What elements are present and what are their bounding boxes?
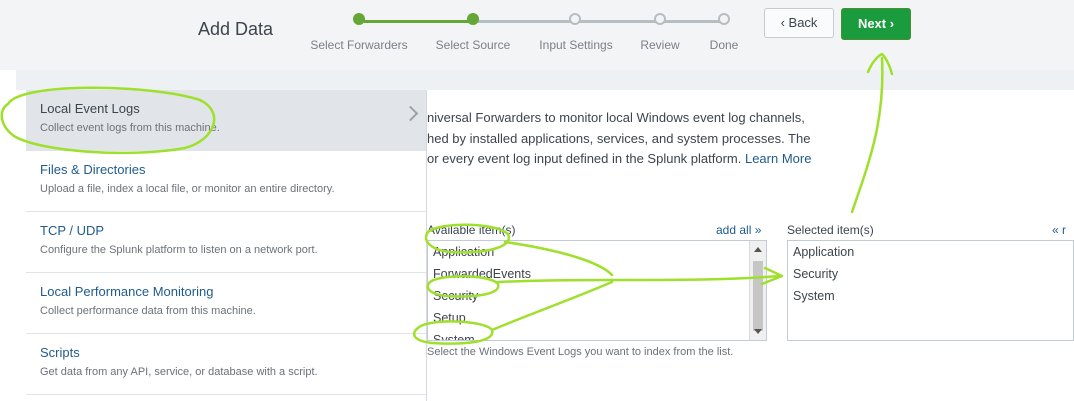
step-label-done: Done [709,38,739,52]
list-item-application[interactable]: Application [428,241,766,263]
sidebar-item-desc: Upload a file, index a local file, or mo… [40,183,335,195]
sidebar-item-tcp-udp[interactable]: TCP / UDP Configure the Splunk platform … [26,212,426,273]
step-label-review: Review [640,38,680,52]
list-item-system[interactable]: System [428,329,766,340]
step-connector [364,20,472,23]
sidebar-top-band [16,70,1074,90]
step-label-input-settings: Input Settings [539,38,613,52]
list-item-setup[interactable]: Setup [428,307,766,329]
description-line-text: or every event log input defined in the … [427,151,745,166]
add-all-link[interactable]: add all » [716,223,761,237]
sidebar-item-desc: Collect performance data from this machi… [40,305,256,317]
sidebar-item-local-event-logs[interactable]: Local Event Logs Collect event logs from… [26,90,426,151]
back-button[interactable]: ‹ Back [764,8,834,38]
step-dot-select-source [467,13,479,25]
selected-item-system[interactable]: System [788,285,1073,307]
step-dot-select-forwarders [353,13,365,25]
source-type-sidebar: Local Event Logs Collect event logs from… [26,90,427,401]
sidebar-item-title: Local Event Logs [40,101,140,116]
sidebar-item-title: Local Performance Monitoring [40,284,214,299]
description-line: hed by installed applications, services,… [427,130,811,146]
help-text: Select the Windows Event Logs you want t… [427,346,734,358]
learn-more-link[interactable]: Learn More [745,151,811,166]
step-connector [478,20,720,23]
list-item-security[interactable]: Security [428,285,766,307]
sidebar-item-scripts[interactable]: Scripts Get data from any API, service, … [26,334,426,395]
description-paragraph: niversal Forwarders to monitor local Win… [427,108,847,170]
selected-items-label: Selected item(s) [787,223,874,237]
step-dot-done [718,13,730,25]
next-button[interactable]: Next › [841,8,911,40]
sidebar-item-title: Scripts [40,345,80,360]
sidebar-item-local-performance-monitoring[interactable]: Local Performance Monitoring Collect per… [26,273,426,334]
selected-items-list[interactable]: Application Security System [787,240,1074,341]
list-item-forwardedevents[interactable]: ForwardedEvents [428,263,766,285]
sidebar-item-title: Files & Directories [40,162,146,177]
scrollbar[interactable] [749,241,766,340]
description-line: or every event log input defined in the … [427,149,847,170]
description-line: niversal Forwarders to monitor local Win… [427,110,805,125]
step-dot-review [654,13,666,25]
step-label-select-forwarders: Select Forwarders [310,38,408,52]
page-title: Add Data [198,19,274,39]
selected-item-security[interactable]: Security [788,263,1073,285]
step-label-select-source: Select Source [435,38,511,52]
main-panel: niversal Forwarders to monitor local Win… [427,90,1074,401]
available-items-list[interactable]: Application ForwardedEvents Security Set… [427,240,767,341]
sidebar-item-desc: Get data from any API, service, or datab… [40,366,318,378]
remove-all-link[interactable]: « r [1052,223,1066,237]
available-items-label: Available item(s) [427,223,516,237]
sidebar-item-files-directories[interactable]: Files & Directories Upload a file, index… [26,151,426,212]
sidebar-item-title: TCP / UDP [40,223,105,238]
sidebar-item-desc: Collect event logs from this machine. [40,122,220,134]
sidebar-item-desc: Configure the Splunk platform to listen … [40,244,318,256]
scroll-down-arrow-icon[interactable] [754,329,762,334]
step-dot-input-settings [569,13,581,25]
scrollbar-thumb[interactable] [753,261,763,331]
wizard-header: Add Data Select Forwarders Select Source… [0,0,1074,70]
selected-item-application[interactable]: Application [788,241,1073,263]
scroll-up-arrow-icon[interactable] [754,247,762,252]
